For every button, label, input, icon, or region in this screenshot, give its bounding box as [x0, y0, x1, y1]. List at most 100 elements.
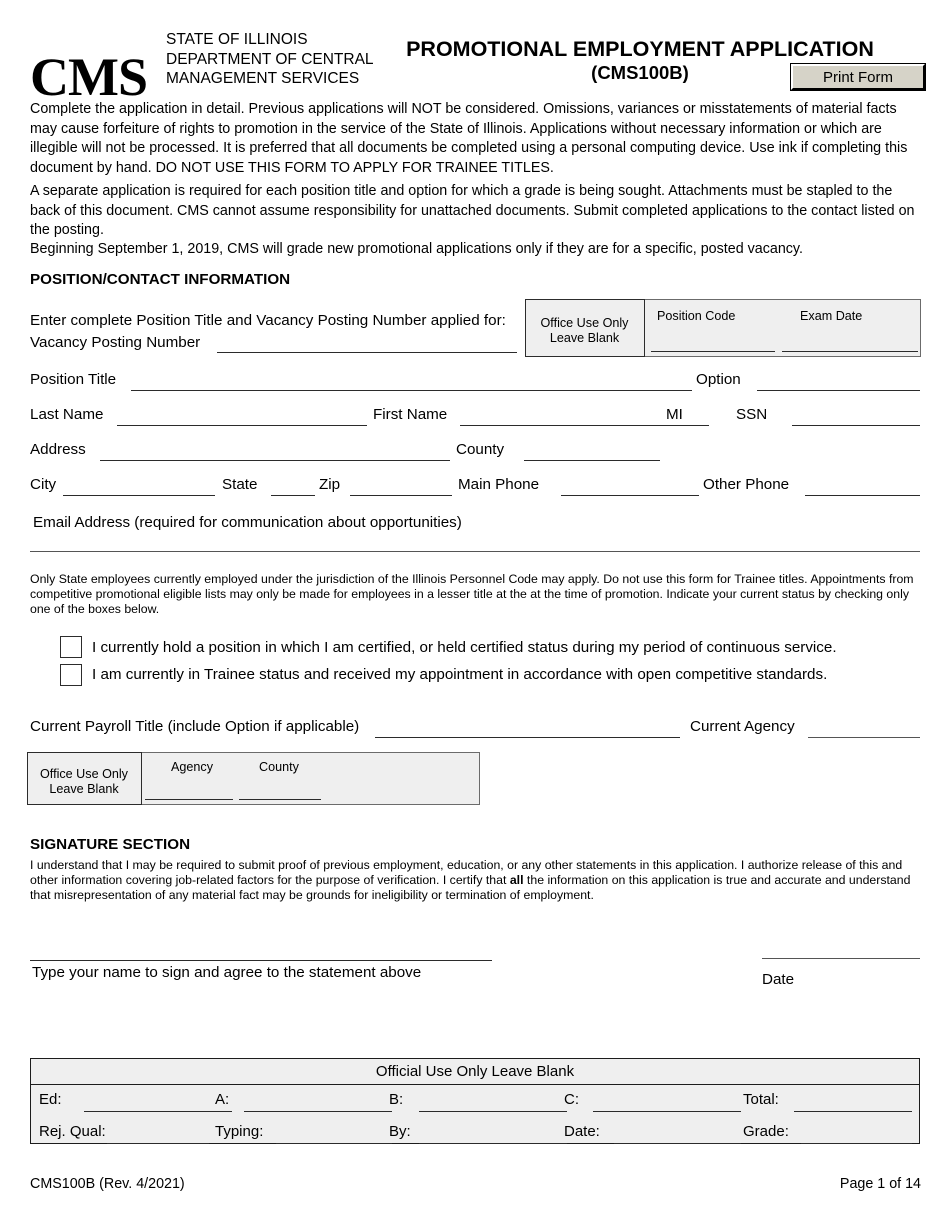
- current-payroll-title-label: Current Payroll Title (include Option if…: [30, 718, 360, 735]
- last-name-label: Last Name: [30, 406, 104, 423]
- county-input[interactable]: [524, 460, 660, 461]
- city-input[interactable]: [63, 495, 215, 496]
- official-ed-label: Ed:: [39, 1091, 62, 1108]
- office-use-only-cell-agency: Office Use Only Leave Blank: [26, 751, 142, 805]
- vacancy-posting-number-input[interactable]: [217, 352, 517, 353]
- position-code-input[interactable]: [651, 351, 775, 352]
- position-instruction: Enter complete Position Title and Vacanc…: [30, 312, 506, 329]
- agency-line-1: STATE OF ILLINOIS: [166, 31, 308, 48]
- address-input[interactable]: [100, 460, 450, 461]
- ssn-input[interactable]: [792, 425, 920, 426]
- exam-date-label: Exam Date: [800, 309, 863, 323]
- intro-paragraph-3: Beginning September 1, 2019, CMS will gr…: [30, 241, 803, 257]
- main-phone-label: Main Phone: [458, 476, 540, 493]
- intro-paragraph-1: Complete the application in detail. Prev…: [30, 101, 908, 176]
- official-a-input[interactable]: [244, 1111, 392, 1112]
- form-page: CMS STATE OF ILLINOIS DEPARTMENT OF CENT…: [0, 0, 950, 1230]
- page-header: CMS STATE OF ILLINOIS DEPARTMENT OF CENT…: [30, 26, 920, 104]
- first-name-label: First Name: [373, 406, 448, 423]
- footer-form-id: CMS100B (Rev. 4/2021): [30, 1176, 185, 1192]
- office-use-agency-line-1: Office Use Only: [40, 766, 128, 781]
- current-payroll-title-input[interactable]: [375, 737, 680, 738]
- other-phone-label: Other Phone: [703, 476, 790, 493]
- official-use-table-title: Official Use Only Leave Blank: [31, 1059, 919, 1085]
- checkbox-certified-status[interactable]: [60, 636, 82, 658]
- signature-date-label: Date: [762, 971, 795, 988]
- signature-date-input[interactable]: [762, 958, 920, 959]
- official-date-input[interactable]: [614, 1143, 741, 1144]
- option-label: Option: [696, 371, 741, 388]
- signature-name-input[interactable]: [30, 960, 492, 961]
- official-by-input[interactable]: [419, 1143, 567, 1144]
- zip-input[interactable]: [350, 495, 452, 496]
- address-label: Address: [30, 441, 86, 458]
- official-date-label: Date:: [564, 1123, 600, 1140]
- official-typing-label: Typing:: [215, 1123, 264, 1140]
- signature-statement-emphasis: all: [509, 873, 524, 888]
- intro-paragraph-2: A separate application is required for e…: [30, 183, 915, 239]
- office-use-box-top: Office Use Only Leave Blank Position Cod…: [524, 298, 921, 357]
- signature-statement: I understand that I may be required to s…: [30, 858, 920, 904]
- current-agency-input[interactable]: [808, 737, 920, 738]
- agency-input[interactable]: [145, 799, 233, 800]
- agency-line-3: MANAGEMENT SERVICES: [166, 70, 360, 87]
- position-section-heading: POSITION/CONTACT INFORMATION: [30, 271, 291, 288]
- official-ed-input[interactable]: [84, 1111, 232, 1112]
- mi-label: MI: [666, 406, 683, 423]
- city-label: City: [30, 476, 57, 493]
- office-use-box-agency: Office Use Only Leave Blank Agency Count…: [26, 751, 480, 805]
- state-input[interactable]: [271, 495, 315, 496]
- ssn-label: SSN: [736, 406, 768, 423]
- checkbox-trainee-status[interactable]: [60, 664, 82, 686]
- official-c-label: C:: [564, 1091, 579, 1108]
- agency-line-2: DEPARTMENT OF CENTRAL: [166, 50, 374, 68]
- checkbox-trainee-status-label: I am currently in Trainee status and rec…: [92, 666, 828, 683]
- official-total-label: Total:: [743, 1091, 779, 1108]
- cms-logo: CMS: [30, 47, 148, 107]
- official-rej-qual-input[interactable]: [107, 1143, 209, 1144]
- print-form-button[interactable]: Print Form: [790, 63, 926, 91]
- official-c-input[interactable]: [593, 1111, 741, 1112]
- agency-county-label: County: [259, 760, 299, 774]
- footer-page-number: Page 1 of 14: [839, 1176, 921, 1192]
- document-title: PROMOTIONAL EMPLOYMENT APPLICATION: [406, 37, 874, 61]
- current-agency-label: Current Agency: [690, 718, 795, 735]
- state-label: State: [222, 476, 258, 493]
- official-rej-qual-label: Rej. Qual:: [39, 1123, 106, 1140]
- office-use-line-2: Leave Blank: [549, 330, 620, 345]
- official-total-input[interactable]: [794, 1111, 912, 1112]
- mi-input[interactable]: [659, 425, 709, 426]
- email-address-input[interactable]: [30, 551, 920, 552]
- vacancy-posting-number-label: Vacancy Posting Number: [30, 334, 201, 351]
- official-a-label: A:: [215, 1091, 230, 1108]
- office-use-only-cell-top: Office Use Only Leave Blank: [524, 298, 645, 357]
- signature-caption: Type your name to sign and agree to the …: [32, 964, 422, 981]
- agency-name-block: STATE OF ILLINOIS DEPARTMENT OF CENTRAL …: [166, 30, 374, 89]
- official-b-label: B:: [389, 1091, 404, 1108]
- position-title-input[interactable]: [131, 390, 692, 391]
- zip-label: Zip: [319, 476, 341, 493]
- email-address-label: Email Address (required for communicatio…: [33, 514, 462, 531]
- eligibility-note: Only State employees currently employed …: [30, 572, 914, 617]
- last-name-input[interactable]: [117, 425, 367, 426]
- county-label: County: [456, 441, 505, 458]
- agency-county-input[interactable]: [239, 799, 321, 800]
- office-use-agency-line-2: Leave Blank: [49, 781, 119, 796]
- agency-label: Agency: [171, 760, 214, 774]
- official-grade-input[interactable]: [801, 1143, 912, 1144]
- option-input[interactable]: [757, 390, 920, 391]
- signature-section-heading: SIGNATURE SECTION: [30, 836, 191, 853]
- main-phone-input[interactable]: [561, 495, 699, 496]
- official-use-table: Official Use Only Leave Blank Ed: A: B: …: [30, 1058, 920, 1144]
- official-b-input[interactable]: [419, 1111, 567, 1112]
- other-phone-input[interactable]: [805, 495, 920, 496]
- first-name-input[interactable]: [460, 425, 660, 426]
- checkbox-certified-status-label: I currently hold a position in which I a…: [92, 639, 837, 656]
- official-by-label: By:: [389, 1123, 411, 1140]
- exam-date-input[interactable]: [782, 351, 918, 352]
- position-code-label: Position Code: [657, 309, 736, 323]
- official-grade-label: Grade:: [743, 1123, 789, 1140]
- office-use-line-1: Office Use Only: [540, 315, 629, 330]
- official-typing-input[interactable]: [276, 1143, 392, 1144]
- position-title-label: Position Title: [30, 371, 117, 388]
